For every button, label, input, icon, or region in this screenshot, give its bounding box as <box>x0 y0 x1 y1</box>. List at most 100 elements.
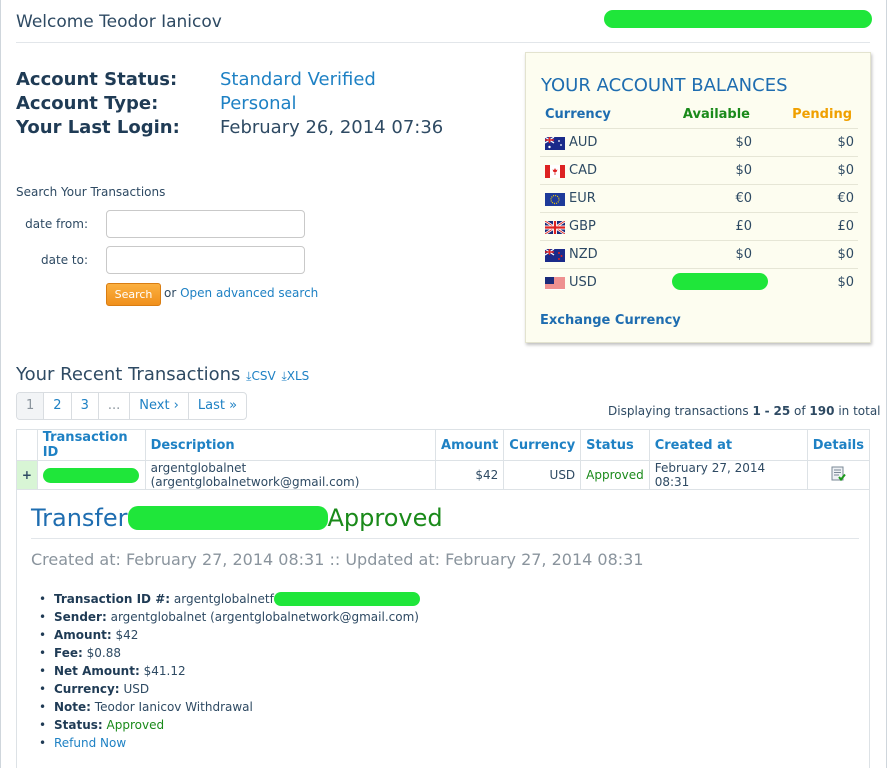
balance-available: $0 <box>735 163 752 178</box>
balance-row-usd: USD $0 <box>540 268 858 296</box>
detail-value: argentglobalnetf <box>173 592 274 606</box>
search-transactions-title: Search Your Transactions <box>16 185 166 199</box>
search-button[interactable]: Search <box>106 283 161 306</box>
new-zealand-flag-icon <box>545 249 565 262</box>
transaction-detail-list: Transaction ID #: argentglobalnetf Sende… <box>39 590 420 752</box>
balances-currency-header: Currency <box>545 107 611 122</box>
pagination: 1 2 3 ... Next › Last » <box>16 392 248 420</box>
detail-value: Approved <box>106 718 165 732</box>
page-ellipsis: ... <box>99 393 131 419</box>
csv-label: CSV <box>251 369 276 383</box>
balance-pending: $0 <box>837 247 854 262</box>
detail-value: USD <box>123 682 150 696</box>
detail-value: Teodor Ianicov Withdrawal <box>94 700 253 714</box>
detail-value: $42 <box>115 628 139 642</box>
account-status-label: Account Status: <box>16 69 178 90</box>
detail-fee: Fee: $0.88 <box>39 644 420 662</box>
exchange-currency-link[interactable]: Exchange Currency <box>540 313 681 328</box>
date-to-input[interactable] <box>106 246 305 274</box>
detail-currency: Currency: USD <box>39 680 420 698</box>
balance-code: GBP <box>569 219 596 234</box>
welcome-heading: Welcome Teodor Ianicov <box>16 12 222 32</box>
detail-value: $41.12 <box>143 664 186 678</box>
detail-label: Note: <box>54 700 91 714</box>
col-status[interactable]: Status <box>580 429 650 461</box>
recent-transactions-heading: Your Recent Transactions ⤓CSV ⤓XLS <box>16 364 309 385</box>
balance-pending: $0 <box>837 275 854 290</box>
account-balances-panel: YOUR ACCOUNT BALANCES Currency Available… <box>525 52 871 343</box>
last-login-value: February 26, 2014 07:36 <box>220 117 444 138</box>
account-status-value[interactable]: Standard Verified <box>220 69 376 90</box>
detail-net-amount: Net Amount: $41.12 <box>39 662 420 680</box>
balance-pending: $0 <box>837 163 854 178</box>
last-login-label: Your Last Login: <box>16 117 180 138</box>
balance-available: €0 <box>735 191 752 206</box>
transfer-title: Transfer Approved <box>31 504 443 532</box>
balance-code: NZD <box>569 247 598 262</box>
display-prefix: Displaying transactions <box>608 404 749 418</box>
display-of: of <box>794 404 806 418</box>
col-transaction-id[interactable]: Transaction ID <box>36 429 146 461</box>
balances-title: YOUR ACCOUNT BALANCES <box>541 75 788 96</box>
total-count: 190 <box>809 404 835 418</box>
balance-available: £0 <box>735 219 752 234</box>
col-description[interactable]: Description <box>144 429 437 461</box>
refund-now-link[interactable]: Refund Now <box>54 736 126 750</box>
advanced-search-link[interactable]: Open advanced search <box>180 286 318 300</box>
redacted-transfer-id <box>127 506 328 530</box>
balance-code: USD <box>569 275 597 290</box>
page-next[interactable]: Next › <box>130 393 189 419</box>
displaying-transactions: Displaying transactions 1 - 25 of 190 in… <box>608 404 881 418</box>
advanced-search-line: or Open advanced search <box>164 286 318 300</box>
xls-download-link[interactable]: ⤓XLS <box>281 369 309 383</box>
eu-flag-icon <box>545 193 565 206</box>
balance-pending: $0 <box>837 135 854 150</box>
xls-label: XLS <box>286 369 310 383</box>
balance-row-nzd: NZD $0 $0 <box>540 240 858 268</box>
detail-value: $0.88 <box>86 646 121 660</box>
recent-transactions-title: Your Recent Transactions <box>16 364 241 385</box>
date-from-input[interactable] <box>106 210 305 238</box>
uk-flag-icon <box>545 221 565 234</box>
detail-label: Amount: <box>54 628 112 642</box>
balance-available: $0 <box>735 247 752 262</box>
balance-pending: €0 <box>837 191 854 206</box>
page-3[interactable]: 3 <box>72 393 99 419</box>
page-last[interactable]: Last » <box>189 393 246 419</box>
table-header-row: Transaction ID Description Amount Curren… <box>16 429 871 461</box>
detail-label: Currency: <box>54 682 120 696</box>
detail-label: Fee: <box>54 646 83 660</box>
usa-flag-icon <box>545 277 565 290</box>
detail-refund: Refund Now <box>39 734 420 752</box>
created-updated-line: Created at: February 27, 2014 08:31 :: U… <box>31 550 644 569</box>
range-sep: - <box>764 404 770 418</box>
balance-available: $0 <box>735 135 752 150</box>
page-2[interactable]: 2 <box>44 393 72 419</box>
balance-row-cad: CAD $0 $0 <box>540 156 858 184</box>
account-type-value: Personal <box>220 93 297 114</box>
col-amount[interactable]: Amount <box>435 429 505 461</box>
detail-transaction-id: Transaction ID #: argentglobalnetf <box>39 590 420 608</box>
col-currency[interactable]: Currency <box>503 429 582 461</box>
detail-divider <box>31 538 859 539</box>
balance-pending: £0 <box>837 219 854 234</box>
display-suffix: in total <box>838 404 881 418</box>
account-type-label: Account Type: <box>16 93 159 114</box>
col-details: Details <box>806 429 871 461</box>
redacted-balance <box>672 273 768 290</box>
canada-flag-icon <box>545 165 565 178</box>
detail-value: argentglobalnet (argentglobalnetwork@gma… <box>110 610 419 624</box>
balance-row-eur: EUR €0 €0 <box>540 184 858 212</box>
transfer-title-prefix: Transfer <box>31 504 128 532</box>
balances-pending-header: Pending <box>792 107 852 122</box>
or-text: or <box>164 286 177 300</box>
balance-code: CAD <box>569 163 597 178</box>
detail-note: Note: Teodor Ianicov Withdrawal <box>39 698 420 716</box>
date-from-label: date from: <box>25 217 88 231</box>
page-1[interactable]: 1 <box>17 393 45 419</box>
col-created-at[interactable]: Created at <box>648 429 808 461</box>
detail-status: Status: Approved <box>39 716 420 734</box>
expand-header <box>16 429 38 461</box>
csv-download-link[interactable]: ⤓CSV <box>246 369 276 383</box>
transaction-detail-panel: Transfer Approved Created at: February 27… <box>16 478 870 768</box>
